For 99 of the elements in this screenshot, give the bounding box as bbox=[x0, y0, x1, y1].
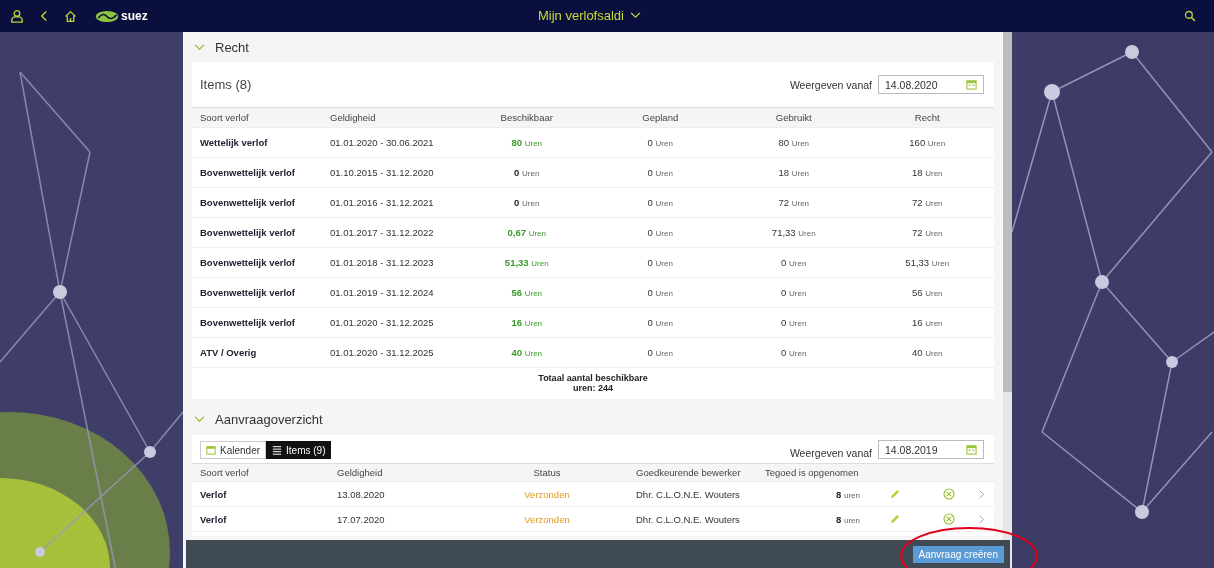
view-tab[interactable]: Items (9) bbox=[266, 441, 332, 459]
table-cell-text: 72 Uren bbox=[777, 197, 811, 208]
column-header: Recht bbox=[913, 112, 941, 123]
chevron-right-icon[interactable] bbox=[978, 489, 985, 499]
chevron-down-icon[interactable] bbox=[194, 415, 205, 423]
table-cell-text: 8 uren bbox=[835, 513, 860, 525]
table-cell-text: 160 Uren bbox=[908, 137, 947, 148]
cancel-icon[interactable] bbox=[943, 513, 955, 525]
title-dropdown[interactable]: Mijn verlofsaldi bbox=[536, 6, 643, 25]
column-header: Tegoed is opgenomen bbox=[765, 467, 860, 478]
table-cell-text: 17.07.2020 bbox=[337, 513, 386, 525]
column-header: Goedkeurende bewerker bbox=[635, 467, 742, 478]
filter-label: Weergeven vanaf bbox=[789, 447, 872, 459]
table-cell-text: 0 Uren bbox=[646, 227, 674, 238]
table-cell-text: Bovenwettelijk verlof bbox=[200, 227, 297, 238]
table-title: Items (8) bbox=[200, 77, 253, 92]
column-header: Beschikbaar bbox=[499, 112, 554, 123]
column-header: Soort verlof bbox=[200, 467, 250, 478]
table-cell-text: 01.01.2020 - 31.12.2025 bbox=[330, 347, 435, 358]
chevron-down-icon bbox=[630, 12, 641, 19]
table-cell-text: 01.01.2020 - 31.12.2025 bbox=[330, 317, 435, 328]
table-cell-text: 01.10.2015 - 31.12.2020 bbox=[330, 167, 435, 178]
table-cell-text: 0 Uren bbox=[780, 317, 808, 328]
table-cell-text: 56 Uren bbox=[910, 287, 944, 298]
table-cell-text: Dhr. C.L.O.N.E. Wouters bbox=[635, 513, 741, 525]
table-cell-text: 0 Uren bbox=[646, 287, 674, 298]
table-cell-text: 0 Uren bbox=[646, 197, 674, 208]
table-cell-text: 0 Uren bbox=[646, 167, 674, 178]
table-cell-text: 0 Uren bbox=[780, 257, 808, 268]
total-text: Totaal aantal beschikbare uren: 244 bbox=[538, 373, 648, 393]
user-icon[interactable] bbox=[10, 9, 24, 23]
date-field[interactable]: 14.08.2019 bbox=[878, 440, 984, 459]
table-cell-text: 01.01.2018 - 31.12.2023 bbox=[330, 257, 435, 268]
table-cell-text: Bovenwettelijk verlof bbox=[200, 257, 297, 268]
edit-icon[interactable] bbox=[889, 513, 900, 525]
scrollbar[interactable] bbox=[1003, 32, 1012, 568]
table-cell-text: 18 Uren bbox=[910, 167, 944, 178]
chevron-down-icon[interactable] bbox=[194, 43, 205, 51]
table-cell-text: 01.01.2020 - 30.06.2021 bbox=[330, 137, 435, 148]
table-cell-text: Bovenwettelijk verlof bbox=[200, 197, 297, 208]
table-cell-text: 80 Uren bbox=[777, 137, 811, 148]
table-cell-text: 0 Uren bbox=[513, 167, 541, 178]
table-cell-text: 01.01.2016 - 31.12.2021 bbox=[330, 197, 435, 208]
view-tab[interactable]: Kalender bbox=[200, 441, 267, 459]
table-cell-text: 71,33 Uren bbox=[770, 227, 817, 238]
table-cell-text: 72 Uren bbox=[910, 227, 944, 238]
home-icon[interactable] bbox=[64, 9, 77, 23]
edit-icon[interactable] bbox=[889, 488, 900, 500]
cancel-icon[interactable] bbox=[943, 488, 955, 500]
table-cell-text: 51,33 Uren bbox=[904, 257, 951, 268]
table-cell-text: 0 Uren bbox=[646, 257, 674, 268]
date-field[interactable]: 14.08.2020 bbox=[878, 75, 984, 94]
table-cell-text: 13.08.2020 bbox=[337, 488, 386, 500]
calendar-icon[interactable] bbox=[966, 444, 977, 455]
section-title: Aanvraagoverzicht bbox=[215, 411, 323, 427]
calendar-icon[interactable] bbox=[966, 79, 977, 90]
filter-label: Weergeven vanaf bbox=[789, 78, 872, 91]
logo-icon bbox=[95, 9, 119, 23]
column-header: Gebruikt bbox=[774, 112, 813, 123]
table-cell-text: Bovenwettelijk verlof bbox=[200, 167, 297, 178]
table-cell-text: Verlof bbox=[200, 513, 228, 525]
table-cell-text: 16 Uren bbox=[510, 317, 544, 328]
calendar-icon bbox=[206, 445, 216, 455]
column-header: Soort verlof bbox=[200, 112, 250, 123]
logo-text: suez bbox=[121, 9, 148, 23]
table-cell-text: 51,33 Uren bbox=[503, 257, 550, 268]
table-cell-text: ATV / Overig bbox=[200, 347, 258, 358]
table-cell-text: Bovenwettelijk verlof bbox=[200, 287, 297, 298]
table-cell-text: 0 Uren bbox=[646, 137, 674, 148]
table-cell-text: Dhr. C.L.O.N.E. Wouters bbox=[635, 488, 741, 500]
table-cell-text: 40 Uren bbox=[910, 347, 944, 358]
list-icon bbox=[272, 445, 283, 455]
table-cell-text: Bovenwettelijk verlof bbox=[200, 317, 297, 328]
table-cell-text: Wettelijk verlof bbox=[200, 137, 269, 148]
table-cell-text: 01.01.2019 - 31.12.2024 bbox=[330, 287, 435, 298]
table-cell-text: 16 Uren bbox=[910, 317, 944, 328]
table-cell-text: 0,67 Uren bbox=[506, 227, 547, 238]
table-cell-text: 0 Uren bbox=[780, 347, 808, 358]
status-text: Verzonden bbox=[523, 488, 571, 500]
column-header: Status bbox=[532, 467, 562, 478]
status-text: Verzonden bbox=[523, 513, 571, 525]
table-cell-text: 72 Uren bbox=[910, 197, 944, 208]
table-cell-text: 18 Uren bbox=[777, 167, 811, 178]
table-cell-text: Verlof bbox=[200, 488, 228, 500]
table-cell-text: 0 Uren bbox=[646, 317, 674, 328]
chevron-right-icon[interactable] bbox=[978, 514, 985, 524]
column-header: Gepland bbox=[641, 112, 680, 123]
column-header: Geldigheid bbox=[330, 112, 377, 123]
table-cell-text: 56 Uren bbox=[510, 287, 544, 298]
table-cell-text: 8 uren bbox=[835, 488, 860, 500]
column-header: Geldigheid bbox=[337, 467, 384, 478]
search-icon[interactable] bbox=[1184, 10, 1196, 22]
table-cell-text: 0 Uren bbox=[513, 197, 541, 208]
table-cell-text: 40 Uren bbox=[510, 347, 544, 358]
table-cell-text: 01.01.2017 - 31.12.2022 bbox=[330, 227, 435, 238]
table-cell-text: 0 Uren bbox=[646, 347, 674, 358]
table-cell-text: 80 Uren bbox=[510, 137, 544, 148]
table-cell-text: 0 Uren bbox=[780, 287, 808, 298]
section-title: Recht bbox=[215, 39, 249, 55]
